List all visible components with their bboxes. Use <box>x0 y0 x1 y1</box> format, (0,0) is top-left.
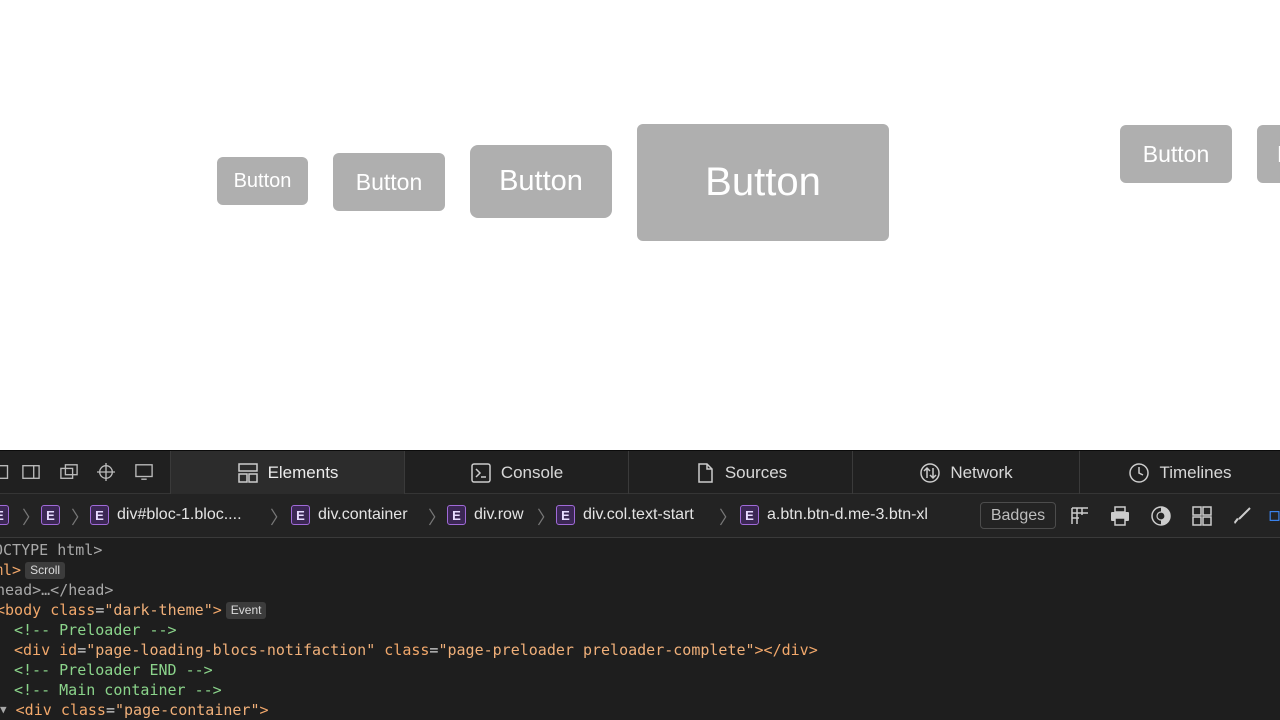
tab-console[interactable]: Console <box>404 451 628 494</box>
breadcrumb-item[interactable]: E <box>41 505 60 525</box>
dom-node-doctype[interactable]: OCTYPE html> <box>0 540 102 560</box>
dom-node-head[interactable]: head>…</head> <box>0 580 113 600</box>
undock-icon[interactable] <box>60 463 78 481</box>
tab-label: Sources <box>724 462 788 482</box>
network-icon <box>920 462 941 483</box>
element-badge-icon: E <box>556 505 575 525</box>
badges-button[interactable]: Badges <box>980 502 1056 529</box>
dom-node-comment[interactable]: <!-- Main container --> <box>14 680 222 700</box>
breadcrumb-label: div.col.text-start <box>583 506 694 523</box>
grid-overlay-icon[interactable] <box>1069 505 1091 527</box>
disclosure-triangle-icon[interactable]: ▼ <box>0 700 7 720</box>
tab-network[interactable]: Network <box>852 451 1079 494</box>
breadcrumb-label: div.container <box>318 506 408 523</box>
demo-button-md-2[interactable]: Button <box>1120 125 1232 183</box>
breadcrumb-item-row[interactable]: E div.row <box>447 505 524 525</box>
tab-label: Console <box>500 462 564 482</box>
demo-button-partial[interactable]: B <box>1257 125 1280 183</box>
tab-timelines[interactable]: Timelines <box>1079 451 1280 494</box>
console-icon <box>471 462 491 483</box>
print-icon[interactable] <box>1109 505 1131 527</box>
element-badge-icon: E <box>291 505 310 525</box>
element-badge-icon: E <box>447 505 466 525</box>
tab-label: Elements <box>267 462 339 482</box>
brush-icon[interactable] <box>1231 505 1253 527</box>
dom-node-comment[interactable]: <!-- Preloader END --> <box>14 660 213 680</box>
dock-side-icon[interactable] <box>22 463 40 481</box>
dom-node-body[interactable]: < body class = "dark-theme" > Event <box>0 600 267 620</box>
devtools-toolbar <box>0 451 170 494</box>
elements-icon <box>237 462 258 483</box>
inspect-crosshair-icon[interactable] <box>97 463 115 481</box>
breadcrumb-item-bloc[interactable]: E div#bloc-1.bloc.... <box>90 505 242 525</box>
element-badge-icon: E <box>41 505 60 525</box>
breadcrumb-separator: 〉 <box>22 508 40 528</box>
breadcrumb-item[interactable]: E <box>0 505 9 525</box>
tab-elements[interactable]: Elements <box>170 451 404 494</box>
devtools-panel: Elements Console Sources Network Timelin… <box>0 450 1280 720</box>
breadcrumb-item-btn[interactable]: E a.btn.btn-d.me-3.btn-xl <box>740 505 928 525</box>
tab-label: Network <box>950 462 1013 482</box>
dom-tree: OCTYPE html> ml>Scroll head>…</head> <bo… <box>0 540 1280 720</box>
breadcrumb-label: div.row <box>474 506 524 523</box>
demo-button-lg[interactable]: Button <box>470 145 612 218</box>
breadcrumb-separator: 〉 <box>270 508 288 528</box>
breadcrumb-separator: 〉 <box>719 508 737 528</box>
element-badge-icon: E <box>90 505 109 525</box>
breadcrumb-label: div#bloc-1.bloc.... <box>117 506 242 523</box>
dom-node-page-container[interactable]: ▼ <div class = "page-container" > <box>0 700 269 720</box>
scroll-badge[interactable]: Scroll <box>25 561 66 579</box>
demo-button-sm[interactable]: Button <box>217 157 308 205</box>
tab-sources[interactable]: Sources <box>628 451 852 494</box>
devtools-tab-bar: Elements Console Sources Network Timelin… <box>0 450 1280 494</box>
sidebar-toggle-icon[interactable] <box>1268 505 1280 527</box>
timelines-icon <box>1129 462 1150 483</box>
dom-node-html[interactable]: ml>Scroll <box>0 560 66 580</box>
close-icon[interactable] <box>0 463 12 481</box>
breadcrumb-item-col[interactable]: E div.col.text-start <box>556 505 694 525</box>
device-mode-icon[interactable] <box>135 463 153 481</box>
breadcrumb-separator: 〉 <box>428 508 446 528</box>
element-badge-icon: E <box>0 505 9 525</box>
event-badge[interactable]: Event <box>225 601 267 619</box>
element-badge-icon: E <box>740 505 759 525</box>
dom-node-comment[interactable]: <!-- Preloader --> <box>14 620 177 640</box>
layout-grid-icon[interactable] <box>1191 505 1213 527</box>
page-preview: Button Button Button Button Button B <box>0 0 1280 450</box>
breadcrumb-label: a.btn.btn-d.me-3.btn-xl <box>767 506 928 523</box>
breadcrumb-separator: 〉 <box>71 508 89 528</box>
sources-icon <box>698 462 713 483</box>
breadcrumb: E 〉 E 〉 E div#bloc-1.bloc.... 〉 E div.co… <box>0 494 1280 538</box>
tab-label: Timelines <box>1159 462 1232 482</box>
demo-button-xl[interactable]: Button <box>637 124 889 241</box>
appearance-icon[interactable] <box>1150 505 1172 527</box>
breadcrumb-item-container[interactable]: E div.container <box>291 505 408 525</box>
breadcrumb-separator: 〉 <box>537 508 555 528</box>
dom-node-preloader-div[interactable]: <div id = "page-loading-blocs-notifaction"… <box>14 640 818 660</box>
demo-button-md[interactable]: Button <box>333 153 445 211</box>
